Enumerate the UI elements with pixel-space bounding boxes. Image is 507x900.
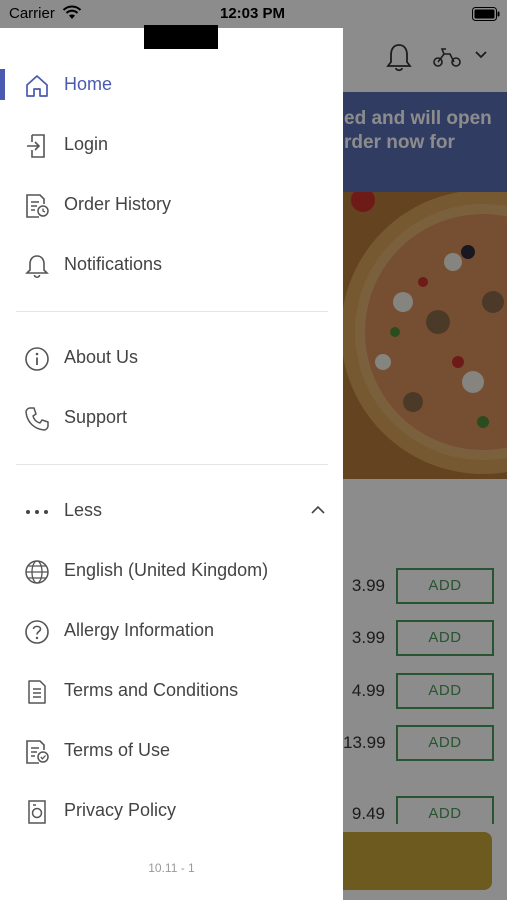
menu-label: English (United Kingdom) [64, 560, 269, 580]
more-dots-icon [26, 510, 48, 514]
bell-icon [25, 255, 49, 279]
info-icon [25, 347, 49, 371]
menu-item-home[interactable]: Home [0, 60, 343, 110]
menu-item-privacy-policy[interactable]: Privacy Policy [0, 786, 343, 836]
menu-label: Privacy Policy [64, 800, 177, 820]
menu-label: Terms and Conditions [64, 680, 239, 700]
menu-item-terms-of-use[interactable]: Terms of Use [0, 726, 343, 776]
battery-icon [472, 7, 500, 21]
menu-item-support[interactable]: Support [0, 393, 343, 443]
menu-label: About Us [64, 347, 139, 367]
question-icon [25, 620, 49, 644]
menu-item-login[interactable]: Login [0, 120, 343, 170]
privacy-icon [28, 800, 46, 824]
clock: 12:03 PM [220, 5, 286, 22]
carrier-label: Carrier [9, 5, 55, 22]
menu-item-notifications[interactable]: Notifications [0, 240, 343, 290]
navigation-drawer: Home Login Order History Notifications A… [0, 25, 343, 900]
menu-label: Order History [64, 194, 172, 214]
status-bar: Carrier 12:03 PM [0, 0, 507, 28]
redacted-block [144, 25, 218, 49]
menu-label: Home [64, 74, 113, 94]
menu-item-terms-and-conditions[interactable]: Terms and Conditions [0, 666, 343, 716]
menu-item-order-history[interactable]: Order History [0, 180, 343, 230]
menu-label: Allergy Information [64, 620, 215, 640]
menu-item-language[interactable]: English (United Kingdom) [0, 546, 343, 596]
order-history-icon [26, 194, 49, 218]
wifi-icon [62, 5, 82, 19]
divider [16, 311, 328, 312]
menu-item-allergy-information[interactable]: Allergy Information [0, 606, 343, 656]
home-icon [26, 75, 48, 97]
menu-label: Login [64, 134, 109, 154]
chevron-up-icon [311, 505, 325, 514]
divider [16, 464, 328, 465]
menu-label: Less [64, 500, 103, 520]
menu-item-about-us[interactable]: About Us [0, 333, 343, 383]
globe-icon [25, 560, 49, 584]
menu-label: Notifications [64, 254, 163, 274]
document-icon [28, 680, 46, 704]
login-icon [27, 134, 45, 158]
phone-icon [25, 407, 49, 431]
menu-label: Terms of Use [64, 740, 171, 760]
document-check-icon [26, 740, 49, 764]
app-version: 10.11 - 1 [148, 861, 195, 875]
menu-item-less[interactable]: Less [0, 486, 343, 536]
menu-label: Support [64, 407, 128, 427]
